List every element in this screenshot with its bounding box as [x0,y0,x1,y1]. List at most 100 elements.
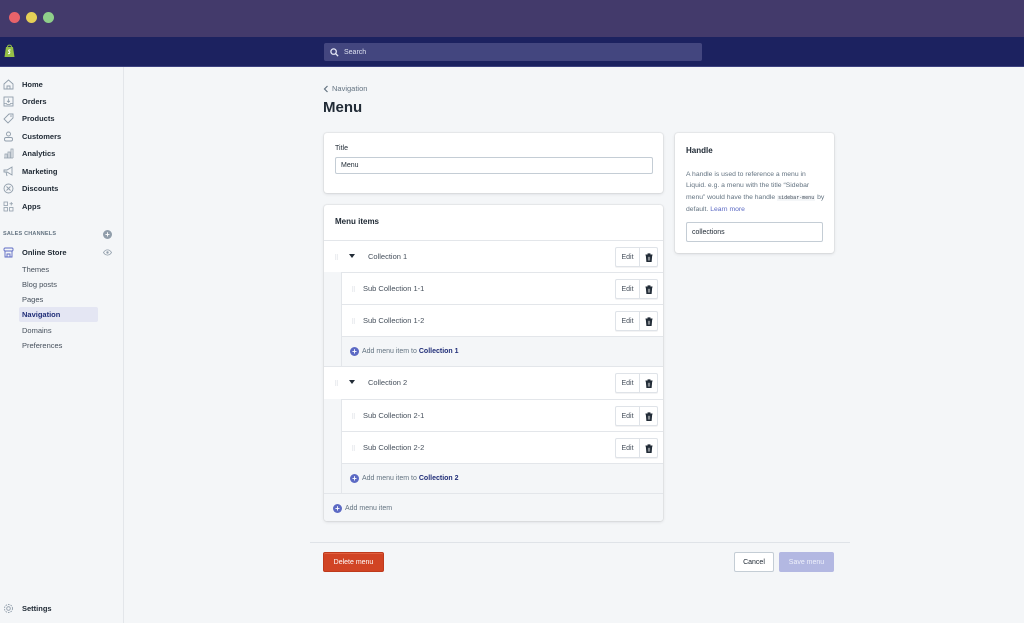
sidebar-subitem-preferences[interactable]: Preferences [19,338,98,353]
add-link-prefix: Add menu item to [362,348,417,355]
delete-button[interactable] [640,248,657,266]
sidebar-item-home[interactable]: Home [0,76,124,93]
tag-icon [3,113,14,124]
sidebar-item-customers[interactable]: Customers [0,128,124,145]
sidebar-subitem-themes[interactable]: Themes [19,262,98,277]
row-actions: Edit [615,438,658,458]
plus-circle-icon: + [333,504,342,513]
edit-button[interactable]: Edit [616,374,640,392]
breadcrumb-label: Navigation [332,84,368,93]
sidebar-item-products[interactable]: Products [0,110,124,127]
sidebar-item-label: Analytics [22,149,56,158]
orders-icon [3,96,14,107]
trash-icon [645,284,652,294]
sidebar-item-settings[interactable]: Settings [0,600,124,617]
menu-item-row: Sub Collection 1-2 Edit [341,304,663,336]
window-minimize-button[interactable] [26,12,37,23]
row-actions: Edit [615,279,658,299]
sidebar-subitem-domains[interactable]: Domains [19,323,98,338]
add-sales-channel-button[interactable]: + [103,230,112,239]
drag-handle-icon[interactable] [352,413,355,419]
sidebar-item-label: Orders [22,97,47,106]
menu-items-card: Menu items Collection 1 Edit Sub Collect… [324,205,663,521]
shopify-bag-icon[interactable] [4,44,15,58]
apps-icon [3,201,14,212]
breadcrumb-back-link[interactable]: Navigation [323,84,367,93]
delete-button[interactable] [640,439,657,457]
top-bar: Search [0,37,1024,67]
trash-icon [645,443,652,453]
gear-icon [4,604,13,613]
nest-gutter [324,399,341,493]
menu-item-label: Sub Collection 2-1 [363,411,425,420]
handle-heading: Handle [686,146,713,155]
add-menu-item-to-collection-2-link[interactable]: + Add menu item to Collection 2 [350,474,459,483]
sidebar-item-label: Apps [22,202,41,211]
view-store-eye-icon[interactable] [103,249,112,256]
row-actions: Edit [615,406,658,426]
menu-item-row: Sub Collection 2-1 Edit [341,399,663,431]
drag-handle-icon[interactable] [352,318,355,324]
search-icon [330,47,339,57]
sidebar-subitem-pages[interactable]: Pages [19,292,98,307]
search-placeholder: Search [344,48,367,56]
menu-items-heading: Menu items [335,217,380,226]
search-input[interactable]: Search [324,43,702,61]
sidebar-item-apps[interactable]: Apps [0,198,124,215]
plus-circle-icon: + [350,474,359,483]
edit-button[interactable]: Edit [616,312,640,330]
delete-button[interactable] [640,312,657,330]
drag-handle-icon[interactable] [352,445,355,451]
bar-chart-icon [4,148,14,159]
edit-button[interactable]: Edit [616,248,640,266]
sidebar-item-label: Home [22,80,43,89]
collapse-caret-icon[interactable] [349,380,355,384]
add-link-target: Collection 1 [418,348,459,355]
plus-circle-icon: + [350,347,359,356]
sidebar-item-label: Discounts [22,184,59,193]
sidebar-item-label: Customers [22,132,62,141]
drag-handle-icon[interactable] [335,380,338,386]
drag-handle-icon[interactable] [335,254,338,260]
sidebar-item-orders[interactable]: Orders [0,93,124,110]
sidebar-subitem-navigation[interactable]: Navigation [19,307,98,322]
add-child-row: + Add menu item to Collection 2 [341,463,663,493]
delete-button[interactable] [640,280,657,298]
cancel-button[interactable]: Cancel [734,552,774,572]
add-link-prefix: Add menu item to [362,475,417,482]
save-menu-button[interactable]: Save menu [779,552,834,572]
add-menu-item-link[interactable]: + Add menu item [333,504,392,513]
settings-label: Settings [22,604,52,613]
menu-item-label: Collection 2 [368,378,408,387]
drag-handle-icon[interactable] [352,286,355,292]
person-icon [4,131,13,142]
edit-button[interactable]: Edit [616,407,640,425]
edit-button[interactable]: Edit [616,439,640,457]
delete-button[interactable] [640,374,657,392]
sidebar-item-label: Online Store [22,248,67,257]
sidebar-item-marketing[interactable]: Marketing [0,163,124,180]
megaphone-icon [3,166,13,177]
delete-menu-button[interactable]: Delete menu [323,552,384,572]
sidebar-item-discounts[interactable]: Discounts [0,180,124,197]
chevron-left-icon [323,85,328,92]
window-close-button[interactable] [9,12,20,23]
menu-item-row: Collection 1 Edit [324,240,663,272]
add-menu-item-to-collection-1-link[interactable]: + Add menu item to Collection 1 [350,347,459,356]
collapse-caret-icon[interactable] [349,254,355,258]
menu-item-label: Sub Collection 1-2 [363,316,425,325]
sidebar-item-label: Marketing [22,167,58,176]
sales-channels-heading: SALES CHANNELS [3,231,57,237]
title-input[interactable]: Menu [335,157,653,174]
add-link-target: Collection 2 [418,475,459,482]
sidebar-subitem-blog-posts[interactable]: Blog posts [19,277,98,292]
trash-icon [645,252,652,262]
edit-button[interactable]: Edit [616,280,640,298]
window-zoom-button[interactable] [43,12,54,23]
menu-item-row: Sub Collection 1-1 Edit [341,272,663,304]
handle-input[interactable]: collections [686,222,823,242]
sidebar-item-analytics[interactable]: Analytics [0,145,124,162]
delete-button[interactable] [640,407,657,425]
trash-icon [645,411,652,421]
learn-more-link[interactable]: Learn more [710,206,745,213]
